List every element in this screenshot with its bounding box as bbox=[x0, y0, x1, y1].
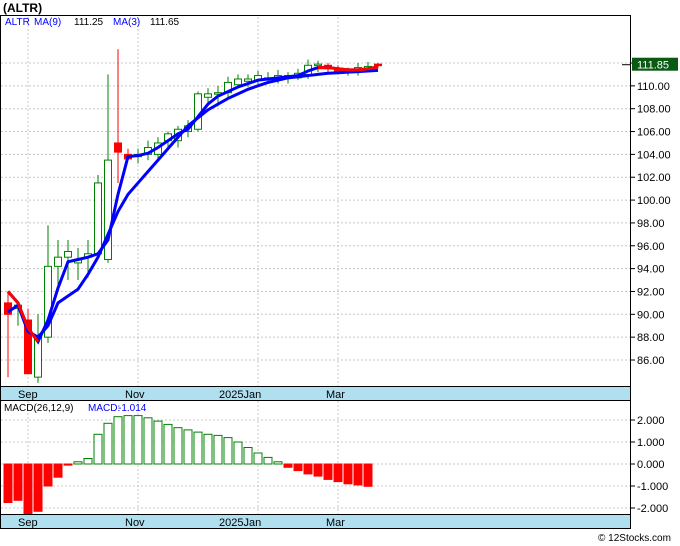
price-ytick-label: 104.00 bbox=[637, 149, 671, 161]
macd-label: MACD(26,12,9) bbox=[4, 403, 73, 414]
price-y-axis: 86.00 88.00 90.00 92.00 94.00 96.00 98.00 100.0… bbox=[630, 58, 671, 367]
macd-xtick-label: Sep bbox=[18, 517, 38, 529]
chart-canvas: 86.00 88.00 90.00 92.00 94.00 96.00 98.00 100.0… bbox=[0, 15, 678, 544]
macd-bar bbox=[3, 463, 13, 503]
macd-bar bbox=[63, 463, 73, 466]
legend-ma3-value: 111.65 bbox=[150, 17, 180, 28]
macd-bar bbox=[273, 461, 283, 465]
macd-x-axis-band bbox=[0, 514, 631, 529]
macd-bar bbox=[343, 463, 353, 485]
macd-bar bbox=[233, 441, 243, 465]
macd-bar bbox=[193, 431, 203, 465]
legend-ma3-label: MA(3) bbox=[113, 17, 140, 28]
price-ytick-label: 90.00 bbox=[637, 309, 665, 321]
price-ytick-label: 96.00 bbox=[637, 241, 665, 253]
macd-y-axis: 2.000 1.000 0.000 -1.000 -2.000 bbox=[630, 415, 668, 515]
price-ytick-label: 86.00 bbox=[637, 355, 665, 367]
price-xtick-label: Nov bbox=[125, 389, 145, 401]
macd-bar bbox=[293, 463, 303, 472]
price-ytick-label: 108.00 bbox=[637, 104, 671, 116]
candle bbox=[94, 174, 102, 260]
macd-ytick-label: -1.000 bbox=[637, 481, 668, 493]
macd-bar bbox=[13, 463, 23, 501]
legend-ma9-value: 111.25 bbox=[74, 17, 104, 28]
ticker-label: ALTR bbox=[5, 17, 30, 28]
macd-bar bbox=[253, 452, 263, 465]
price-ytick-label: 94.00 bbox=[637, 264, 665, 276]
candle-body bbox=[114, 142, 122, 153]
price-x-axis-band bbox=[0, 386, 631, 401]
price-ytick-label: 102.00 bbox=[637, 172, 671, 184]
macd-ytick-label: 2.000 bbox=[637, 415, 665, 427]
macd-bar bbox=[153, 420, 163, 465]
macd-bar bbox=[133, 415, 143, 465]
macd-bar bbox=[113, 416, 123, 465]
last-price-tag: 111.85 bbox=[632, 57, 678, 72]
candle-body bbox=[244, 78, 252, 82]
candle-body bbox=[64, 250, 72, 258]
candle-body bbox=[94, 182, 102, 255]
macd-bar bbox=[93, 433, 103, 465]
macd-bar bbox=[363, 463, 373, 487]
price-xtick-label: Sep bbox=[18, 389, 38, 401]
price-ytick-label: 106.00 bbox=[637, 127, 671, 139]
macd-bar bbox=[353, 463, 363, 486]
macd-bar bbox=[223, 437, 233, 465]
macd-bar bbox=[163, 423, 173, 465]
macd-xtick-label: Mar bbox=[326, 517, 345, 529]
price-xtick-label: Mar bbox=[326, 389, 345, 401]
price-ytick-label: 92.00 bbox=[637, 286, 665, 298]
macd-bar bbox=[33, 463, 43, 512]
price-ytick-label: 98.00 bbox=[637, 218, 665, 230]
macd-bar bbox=[313, 463, 323, 477]
candle-body bbox=[374, 63, 382, 67]
macd-bar bbox=[53, 463, 63, 478]
macd-bar bbox=[183, 429, 193, 465]
macd-ytick-label: 0.000 bbox=[637, 459, 665, 471]
macd-ytick-label: 1.000 bbox=[637, 437, 665, 449]
macd-bar bbox=[73, 461, 83, 465]
last-price-value: 111.85 bbox=[637, 60, 669, 72]
macd-bar bbox=[103, 422, 113, 465]
macd-bar bbox=[323, 463, 333, 480]
macd-bar bbox=[303, 463, 313, 475]
price-ytick-label: 100.00 bbox=[637, 195, 671, 207]
macd-bar bbox=[283, 463, 293, 468]
watermark: © 12Stocks.com bbox=[598, 533, 671, 544]
macd-bar bbox=[333, 463, 343, 483]
macd-bar bbox=[173, 427, 183, 465]
macd-bar bbox=[143, 417, 153, 465]
candle-body bbox=[54, 256, 62, 267]
candle-body bbox=[314, 63, 322, 67]
macd-bar bbox=[263, 456, 273, 465]
price-ytick-label: 88.00 bbox=[637, 332, 665, 344]
macd-ytick-label: -2.000 bbox=[637, 503, 668, 515]
price-ytick-label: 110.00 bbox=[637, 81, 670, 93]
price-xtick-label: 2025Jan bbox=[219, 389, 261, 401]
legend-ma9-label: MA(9) bbox=[34, 17, 61, 28]
macd-xtick-label: 2025Jan bbox=[219, 517, 261, 529]
macd-value: -1.014 bbox=[118, 403, 147, 414]
macd-bar bbox=[203, 433, 213, 465]
candle-body bbox=[204, 93, 212, 98]
macd-bar bbox=[213, 434, 223, 465]
macd-bar bbox=[123, 415, 133, 465]
macd-value-label: MACD: bbox=[88, 403, 120, 414]
macd-xtick-label: Nov bbox=[125, 517, 145, 529]
macd-bar bbox=[243, 447, 253, 465]
macd-bar bbox=[43, 463, 53, 487]
macd-bar bbox=[23, 463, 33, 514]
macd-bar bbox=[83, 458, 93, 465]
candle-body bbox=[234, 78, 242, 86]
